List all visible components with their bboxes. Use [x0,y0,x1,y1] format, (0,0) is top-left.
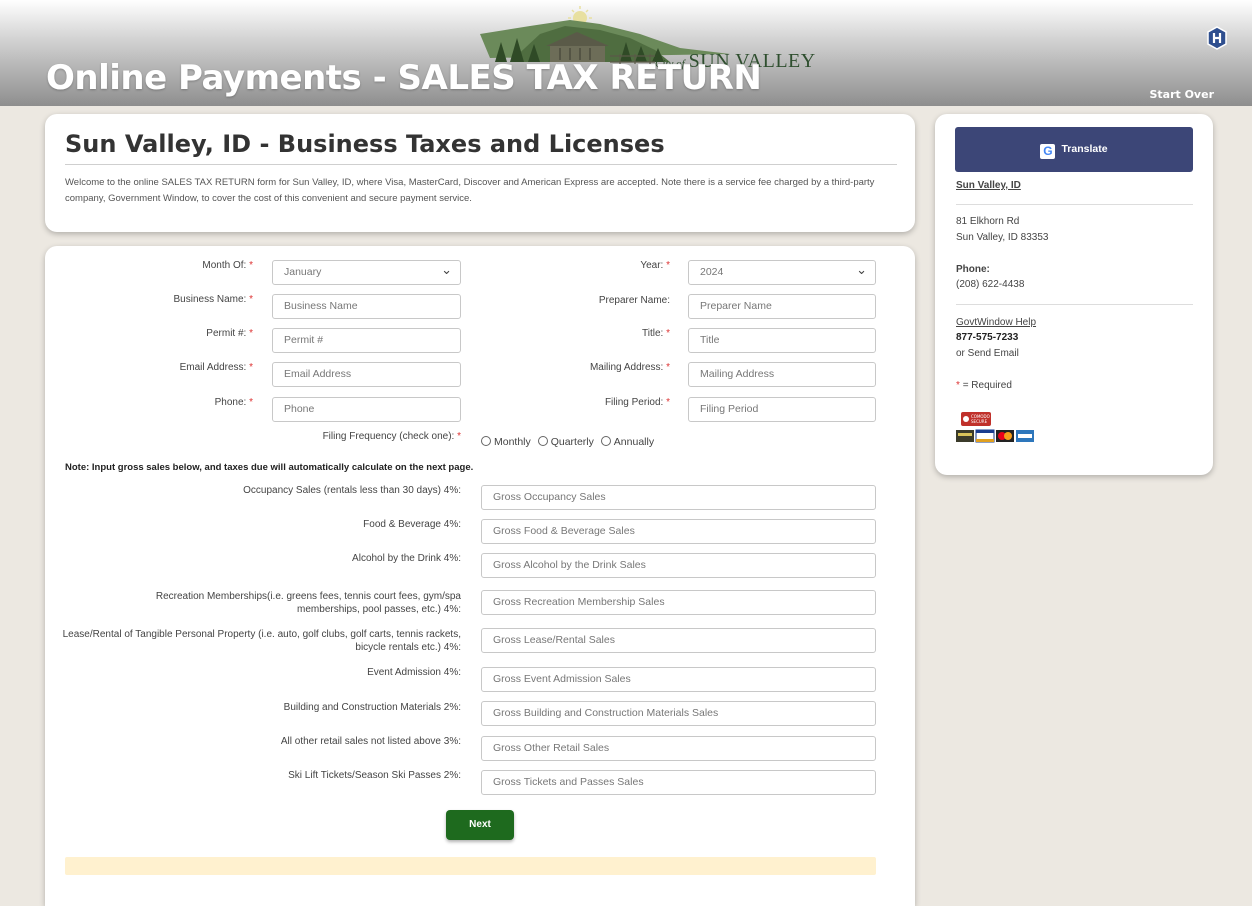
mailing-address-input[interactable]: Mailing Address [688,362,876,387]
intro-heading: Sun Valley, ID - Business Taxes and Lice… [65,130,665,158]
email-input[interactable]: Email Address [272,362,461,387]
svg-text:SECURE: SECURE [971,419,988,424]
credit-cards-icon [956,429,1034,443]
month-select[interactable]: January [272,260,461,285]
radio-quarterly[interactable]: Quarterly [534,436,594,448]
occupancy-sales-input[interactable]: Gross Occupancy Sales [481,485,876,510]
preparer-name-label: Preparer Name: [598,295,670,306]
other-retail-label: All other retail sales not listed above … [280,736,461,747]
filing-frequency-options: Monthly Quarterly Annually [481,436,654,448]
comodo-secure-badge-icon: COMODO SECURE [961,412,991,426]
radio-circle-icon[interactable] [481,436,491,446]
recreation-input[interactable]: Gross Recreation Membership Sales [481,590,876,615]
translate-label: Translate [1061,143,1108,155]
message-bar [65,857,876,875]
lease-rental-label: Lease/Rental of Tangible Personal Proper… [62,629,461,653]
sidebar-card: G Translate Sun Valley, ID 81 Elkhorn Rd … [935,114,1213,475]
title-input[interactable]: Title [688,328,876,353]
divider [956,204,1193,205]
event-admission-label: Event Admission 4%: [367,667,461,678]
ski-tickets-input[interactable]: Gross Tickets and Passes Sales [481,770,876,795]
page-header: City of SUN VALLEY Online Payments - SAL… [0,0,1252,106]
construction-materials-label: Building and Construction Materials 2%: [283,702,461,713]
phone-label: Phone: [956,264,990,275]
construction-materials-input[interactable]: Gross Building and Construction Material… [481,701,876,726]
gross-sales-note: Note: Input gross sales below, and taxes… [65,462,474,473]
ski-tickets-label: Ski Lift Tickets/Season Ski Passes 2%: [288,770,461,781]
required-legend: * = Required [956,380,1012,391]
security-badges: COMODO SECURE [956,412,1041,453]
filing-period-input[interactable]: Filing Period [688,397,876,422]
address-line-2: Sun Valley, ID 83353 [956,232,1049,243]
intro-card: Sun Valley, ID - Business Taxes and Lice… [45,114,915,232]
food-beverage-input[interactable]: Gross Food & Beverage Sales [481,519,876,544]
title-label: Title: * [642,328,670,339]
business-name-input[interactable]: Business Name [272,294,461,319]
event-admission-input[interactable]: Gross Event Admission Sales [481,667,876,692]
filing-frequency-label: Filing Frequency (check one): * [322,431,461,442]
other-retail-input[interactable]: Gross Other Retail Sales [481,736,876,761]
occupancy-sales-label: Occupancy Sales (rentals less than 30 da… [243,485,461,496]
alcohol-label: Alcohol by the Drink 4%: [352,553,461,564]
radio-monthly[interactable]: Monthly [481,436,531,448]
lease-rental-input[interactable]: Gross Lease/Rental Sales [481,628,876,653]
phone-input[interactable]: Phone [272,397,461,422]
phone-label: Phone: * [214,397,253,408]
radio-circle-icon[interactable] [600,436,611,446]
filing-period-label: Filing Period: * [604,397,670,408]
month-label: Month Of: * [202,260,253,271]
google-g-icon: G [1040,144,1056,159]
send-email-text[interactable]: or Send Email [956,346,1019,362]
city-phone: (208) 622-4438 [956,279,1025,290]
year-label: Year: * [640,260,670,271]
form-card: Month Of: * January Year: * 2024 Busines… [45,246,915,906]
city-link[interactable]: Sun Valley, ID [956,178,1021,194]
divider [956,304,1193,305]
intro-text: Welcome to the online SALES TAX RETURN f… [65,177,875,204]
next-button[interactable]: Next [446,810,514,840]
food-beverage-label: Food & Beverage 4%: [363,519,461,530]
permit-input[interactable]: Permit # [272,328,461,353]
alcohol-input[interactable]: Gross Alcohol by the Drink Sales [481,553,876,578]
govtwindow-logo-icon[interactable] [1206,26,1228,50]
radio-circle-icon[interactable] [537,436,548,446]
preparer-name-input[interactable]: Preparer Name [688,294,876,319]
help-link[interactable]: GovtWindow Help [956,315,1036,331]
year-select[interactable]: 2024 [688,260,876,285]
divider [65,164,897,165]
help-phone: 877-575-7233 [956,332,1019,343]
recreation-label: Recreation Memberships(i.e. greens fees,… [155,591,461,615]
mailing-address-label: Mailing Address: * [589,362,670,373]
start-over-link[interactable]: Start Over [1149,88,1214,101]
radio-annually[interactable]: Annually [597,436,654,448]
address-line-1: 81 Elkhorn Rd [956,216,1020,227]
email-label: Email Address: * [179,362,253,373]
translate-button[interactable]: G Translate [955,127,1193,172]
permit-label: Permit #: * [206,328,253,339]
business-name-label: Business Name: * [173,294,254,305]
page-title: Online Payments - SALES TAX RETURN [46,58,762,98]
